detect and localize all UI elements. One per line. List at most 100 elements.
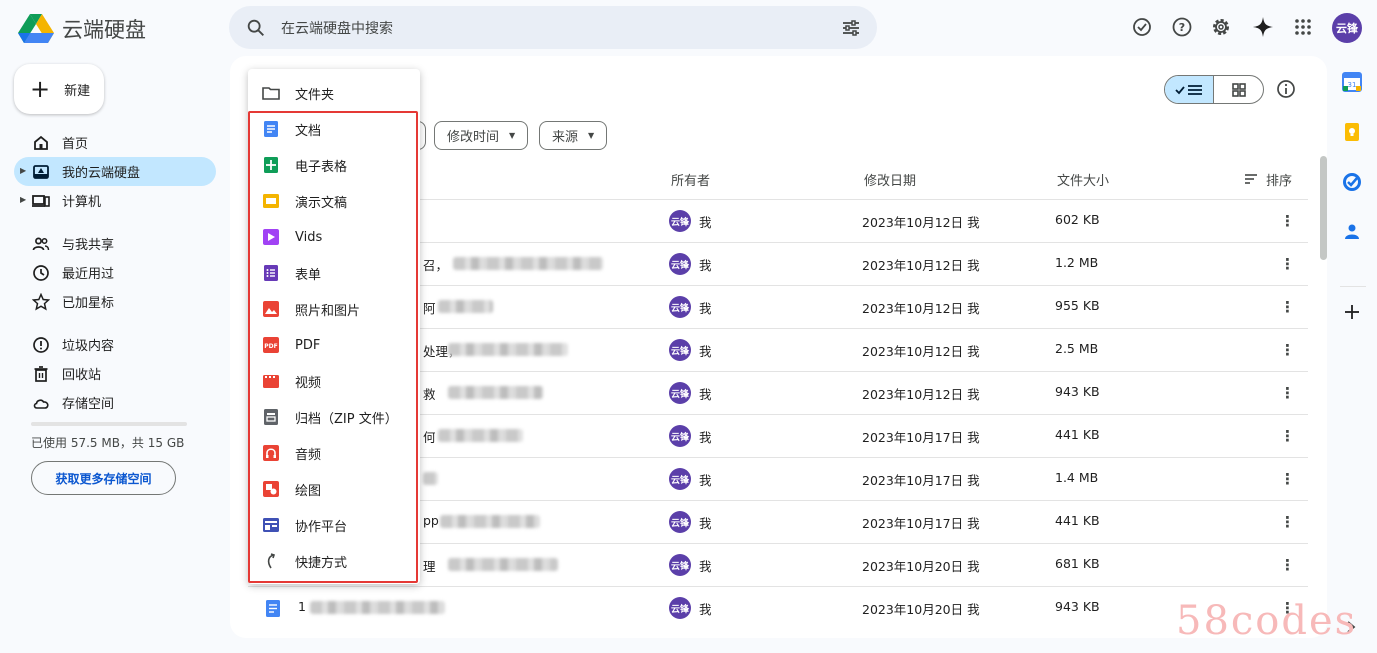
sidebar-item-storage[interactable]: 存储空间	[14, 388, 216, 417]
filter-chip-source[interactable]: 来源 ▼	[539, 121, 608, 150]
menu-item-video[interactable]: 视频	[248, 363, 420, 399]
new-button[interactable]: + 新建	[14, 64, 104, 114]
sidebar-item-label: 与我共享	[62, 238, 115, 253]
menu-item-archive[interactable]: 归档（ZIP 文件）	[248, 399, 420, 435]
grid-view-button[interactable]	[1214, 76, 1263, 103]
sidebar-item-trash[interactable]: 回收站	[14, 359, 216, 388]
sort-button[interactable]: 排序	[1266, 170, 1292, 189]
modified-date: 2023年10月12日 我	[862, 344, 980, 359]
drive-icon	[33, 164, 49, 179]
owner-avatar: 云锋	[669, 210, 691, 232]
archive-icon	[264, 409, 278, 425]
menu-item-docs[interactable]: 文档	[248, 111, 420, 147]
table-row[interactable]: 1 云锋 我 2023年10月20日 我 943 KB ⋮	[248, 586, 1308, 629]
menu-item-forms[interactable]: 表单	[248, 255, 420, 291]
more-actions-icon[interactable]: ⋮	[1280, 255, 1295, 273]
menu-item-label: 文档	[295, 123, 322, 139]
more-actions-icon[interactable]: ⋮	[1280, 470, 1295, 488]
menu-item-folder[interactable]: 文件夹	[248, 75, 420, 111]
expand-caret-icon[interactable]: ▶	[20, 166, 26, 175]
menu-item-sites[interactable]: 协作平台	[248, 507, 420, 543]
more-actions-icon[interactable]: ⋮	[1280, 384, 1295, 402]
menu-item-audio[interactable]: 音频	[248, 435, 420, 471]
menu-item-shortcut[interactable]: 快捷方式	[248, 543, 420, 579]
slides-icon	[263, 194, 279, 208]
more-actions-icon[interactable]: ⋮	[1280, 212, 1295, 230]
ready-offline-icon[interactable]	[1131, 16, 1153, 38]
list-view-button[interactable]	[1165, 76, 1215, 103]
more-actions-icon[interactable]: ⋮	[1280, 513, 1295, 531]
file-name: pp	[423, 513, 439, 528]
menu-item-label: 音频	[295, 447, 322, 463]
sidebar-item-computers[interactable]: ▶ 计算机	[14, 186, 216, 215]
more-actions-icon[interactable]: ⋮	[1280, 427, 1295, 445]
info-icon[interactable]	[1275, 78, 1297, 100]
account-avatar[interactable]: 云锋	[1332, 13, 1362, 43]
sort-icon[interactable]	[1244, 172, 1258, 186]
owner-avatar: 云锋	[669, 468, 691, 490]
owner-avatar: 云锋	[669, 511, 691, 533]
owner-avatar: 云锋	[669, 253, 691, 275]
chevron-down-icon: ▼	[509, 131, 516, 140]
more-actions-icon[interactable]: ⋮	[1280, 556, 1295, 574]
list-view-icon	[1175, 84, 1202, 95]
sidebar-item-shared[interactable]: 与我共享	[14, 229, 216, 258]
sidebar-item-home[interactable]: 首页	[14, 128, 216, 157]
menu-item-vids[interactable]: Vids	[248, 219, 420, 255]
search-input[interactable]: 在云端硬盘中搜索	[281, 18, 393, 38]
search-options-icon[interactable]	[841, 18, 861, 38]
column-header-size[interactable]: 文件大小	[1057, 170, 1109, 189]
watermark: 58codes	[1176, 598, 1358, 644]
scrollbar[interactable]	[1320, 156, 1327, 260]
app-title: 云端硬盘	[62, 18, 146, 42]
expand-caret-icon[interactable]: ▶	[20, 195, 26, 204]
sidebar-item-recent[interactable]: 最近用过	[14, 258, 216, 287]
file-size: 681 KB	[1055, 556, 1100, 571]
more-actions-icon[interactable]: ⋮	[1280, 341, 1295, 359]
sidebar-item-my-drive[interactable]: ▶ 我的云端硬盘	[14, 157, 216, 186]
file-name: 阿	[423, 301, 436, 316]
tasks-icon[interactable]	[1342, 172, 1362, 192]
menu-item-drawing[interactable]: 绘图	[248, 471, 420, 507]
settings-gear-icon[interactable]	[1210, 16, 1232, 38]
file-size: 441 KB	[1055, 513, 1100, 528]
menu-item-label: Vids	[295, 229, 323, 245]
modified-date: 2023年10月20日 我	[862, 602, 980, 617]
search-icon[interactable]	[245, 17, 267, 39]
menu-item-sheets[interactable]: 电子表格	[248, 147, 420, 183]
search-bar[interactable]: 在云端硬盘中搜索	[229, 6, 877, 49]
menu-item-pdf[interactable]: PDF PDF	[248, 327, 420, 363]
more-actions-icon[interactable]: ⋮	[1280, 298, 1295, 316]
sidebar-item-spam[interactable]: 垃圾内容	[14, 330, 216, 359]
contacts-icon[interactable]	[1342, 222, 1362, 242]
apps-grid-icon[interactable]	[1292, 16, 1314, 38]
add-addon-icon[interactable]	[1342, 302, 1362, 322]
get-more-storage-button[interactable]: 获取更多存储空间	[31, 461, 176, 495]
sidebar-item-starred[interactable]: 已加星标	[14, 287, 216, 316]
modified-date: 2023年10月20日 我	[862, 559, 980, 574]
column-header-owner[interactable]: 所有者	[671, 170, 710, 189]
menu-item-image[interactable]: 照片和图片	[248, 291, 420, 327]
view-toggle[interactable]	[1164, 75, 1264, 104]
filter-chip-modified[interactable]: 修改时间 ▼	[434, 121, 529, 150]
keep-icon[interactable]	[1342, 122, 1362, 142]
modified-date: 2023年10月12日 我	[862, 301, 980, 316]
grid-view-icon	[1231, 82, 1246, 97]
svg-text:?: ?	[1179, 21, 1185, 34]
home-icon	[34, 135, 48, 150]
sidebar-item-label: 最近用过	[62, 267, 115, 282]
gemini-sparkle-icon[interactable]	[1252, 16, 1274, 38]
menu-item-slides[interactable]: 演示文稿	[248, 183, 420, 219]
modified-date: 2023年10月12日 我	[862, 258, 980, 273]
help-icon[interactable]: ?	[1171, 16, 1193, 38]
vids-icon	[263, 229, 279, 245]
redacted-filename	[438, 429, 523, 442]
redacted-filename	[448, 343, 568, 356]
redacted-filename	[423, 472, 438, 485]
docs-icon	[264, 121, 278, 137]
drive-logo-icon[interactable]	[18, 12, 54, 44]
calendar-icon[interactable]: 31	[1342, 72, 1362, 92]
folder-icon	[262, 87, 280, 100]
column-header-date[interactable]: 修改日期	[864, 170, 916, 189]
divider	[1340, 286, 1366, 287]
